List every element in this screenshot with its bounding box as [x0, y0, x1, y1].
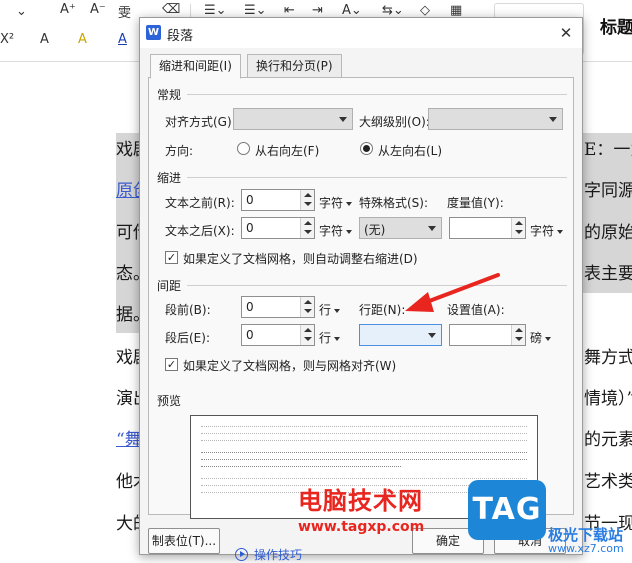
indent-before-label: 文本之前(R): — [165, 196, 235, 210]
table-border-icon[interactable]: ▦ — [450, 3, 462, 18]
outline-level-select[interactable] — [428, 108, 563, 130]
watermark-tag-logo: TAG — [468, 480, 546, 540]
indent-after-stepper[interactable]: 0 — [241, 217, 315, 239]
measure-unit[interactable]: 字符 — [530, 222, 564, 239]
doc-link-fragment[interactable]: “舞 — [116, 425, 142, 450]
font-size-dropdown-chevron-icon[interactable]: ⌄ — [16, 4, 27, 19]
space-before-unit[interactable]: 行 — [319, 301, 341, 318]
doc-text-fragment: 情境）” — [584, 389, 632, 409]
spin-down-icon — [304, 202, 312, 206]
spin-up-icon — [515, 221, 523, 225]
special-format-select[interactable]: (无) — [359, 217, 442, 239]
doc-text-fragment: 舞方式表 — [584, 348, 632, 368]
spin-down-icon — [515, 230, 523, 234]
measure-label: 度量值(Y): — [447, 196, 504, 210]
eraser-icon[interactable]: ◇ — [420, 3, 430, 18]
dialog-titlebar[interactable]: W 段落 ✕ — [140, 18, 582, 48]
rtl-radio-label[interactable]: 从右向左(F) — [255, 142, 319, 159]
space-before-stepper[interactable]: 0 — [241, 296, 315, 318]
setting-value-unit[interactable]: 磅 — [530, 329, 552, 346]
section-general-heading: 常规 — [157, 88, 182, 102]
spin-up-icon — [304, 221, 312, 225]
decrease-indent-icon[interactable]: ⇤ — [284, 3, 295, 18]
measure-stepper[interactable] — [449, 217, 526, 239]
spin-up-icon — [515, 328, 523, 332]
indent-before-stepper[interactable]: 0 — [241, 189, 315, 211]
clear-format-button[interactable]: ⌫ — [162, 2, 180, 17]
tab-stops-button[interactable]: 制表位(T)... — [148, 528, 220, 554]
shrink-font-button[interactable]: A⁻ — [90, 2, 106, 17]
text-effect-icon[interactable]: A⌄ — [342, 3, 362, 18]
watermark-url: www.tagxp.com — [298, 519, 425, 535]
space-after-stepper[interactable]: 0 — [241, 324, 315, 346]
dialog-title: 段落 — [167, 29, 194, 44]
doc-text-fragment: E：一为 — [584, 140, 632, 160]
indent-spacing-panel: 常规 对齐方式(G): 大纲级别(O): 方向: 从右向左(F) 从左向右(L)… — [148, 77, 574, 519]
watermark-right-url: www.xz7.com — [548, 542, 624, 555]
spin-down-icon — [304, 337, 312, 341]
close-button[interactable]: ✕ — [554, 21, 578, 45]
indent-after-label: 文本之后(X): — [165, 224, 235, 238]
snap-to-grid-checkbox[interactable]: ✓ — [165, 358, 178, 371]
indent-before-unit[interactable]: 字符 — [319, 194, 353, 211]
space-before-label: 段前(B): — [165, 303, 211, 317]
spin-up-icon — [304, 193, 312, 197]
auto-adjust-label[interactable]: 如果定义了文档网格，则自动调整右缩进(D) — [183, 250, 418, 267]
section-preview-heading: 预览 — [157, 394, 182, 408]
alignment-select[interactable] — [233, 108, 353, 130]
doc-text-fragment: 艺术类剧 — [584, 472, 632, 492]
phonetic-guide-button[interactable]: 雯 — [118, 2, 131, 21]
superscript-button[interactable]: X² — [0, 32, 14, 47]
doc-text-fragment: 表主要作 — [584, 264, 632, 284]
spin-down-icon — [304, 230, 312, 234]
grow-font-button[interactable]: A⁺ — [60, 2, 76, 17]
chevron-down-icon — [428, 333, 436, 338]
chevron-down-icon — [549, 117, 557, 122]
special-format-label: 特殊格式(S): — [359, 196, 429, 210]
space-after-unit[interactable]: 行 — [319, 329, 341, 346]
tab-line-page-breaks[interactable]: 换行和分页(P) — [247, 54, 342, 78]
spin-down-icon — [304, 309, 312, 313]
section-spacing-heading: 间距 — [157, 279, 182, 293]
line-spacing-label: 行距(N): — [359, 303, 406, 317]
spin-down-icon — [515, 337, 523, 341]
spin-up-icon — [304, 300, 312, 304]
doc-text-fragment: 的元素 — [584, 430, 632, 450]
ltr-radio-label[interactable]: 从左向右(L) — [378, 142, 442, 159]
spin-up-icon — [304, 328, 312, 332]
doc-text-fragment: 字同源 — [584, 181, 632, 201]
direction-label: 方向: — [165, 144, 194, 158]
numbering-icon[interactable]: ☰⌄ — [244, 3, 267, 18]
indent-after-unit[interactable]: 字符 — [319, 222, 353, 239]
chevron-down-icon — [339, 117, 347, 122]
paragraph-dialog: W 段落 ✕ 缩进和间距(I) 换行和分页(P) 常规 对齐方式(G): 大纲级… — [139, 17, 583, 562]
doc-text-fragment: 的原始形 — [584, 223, 632, 243]
style-heading-label[interactable]: 标题 — [600, 13, 632, 38]
chevron-down-icon — [428, 226, 436, 231]
auto-adjust-checkbox[interactable]: ✓ — [165, 251, 178, 264]
outline-level-label: 大纲级别(O): — [359, 115, 430, 129]
setting-value-stepper[interactable] — [449, 324, 526, 346]
line-spacing-icon[interactable]: ⇆⌄ — [382, 3, 404, 18]
alignment-label: 对齐方式(G): — [165, 115, 236, 129]
snap-to-grid-label[interactable]: 如果定义了文档网格，则与网格对齐(W) — [183, 357, 396, 374]
ltr-radio[interactable] — [360, 142, 373, 155]
wps-app-icon: W — [146, 25, 161, 40]
font-color-button[interactable]: A — [118, 32, 127, 47]
highlight-button[interactable]: A — [78, 32, 87, 47]
increase-indent-icon[interactable]: ⇥ — [312, 3, 323, 18]
tab-indent-spacing[interactable]: 缩进和间距(I) — [150, 54, 241, 79]
space-after-label: 段后(E): — [165, 331, 210, 345]
bullets-icon[interactable]: ☰⌄ — [204, 3, 227, 18]
text-outline-button[interactable]: A — [40, 32, 49, 47]
rtl-radio[interactable] — [237, 142, 250, 155]
setting-value-label: 设置值(A): — [447, 303, 505, 317]
watermark-text: 电脑技术网 — [298, 487, 423, 515]
line-spacing-select[interactable] — [359, 324, 442, 346]
section-indent-heading: 缩进 — [157, 171, 182, 185]
